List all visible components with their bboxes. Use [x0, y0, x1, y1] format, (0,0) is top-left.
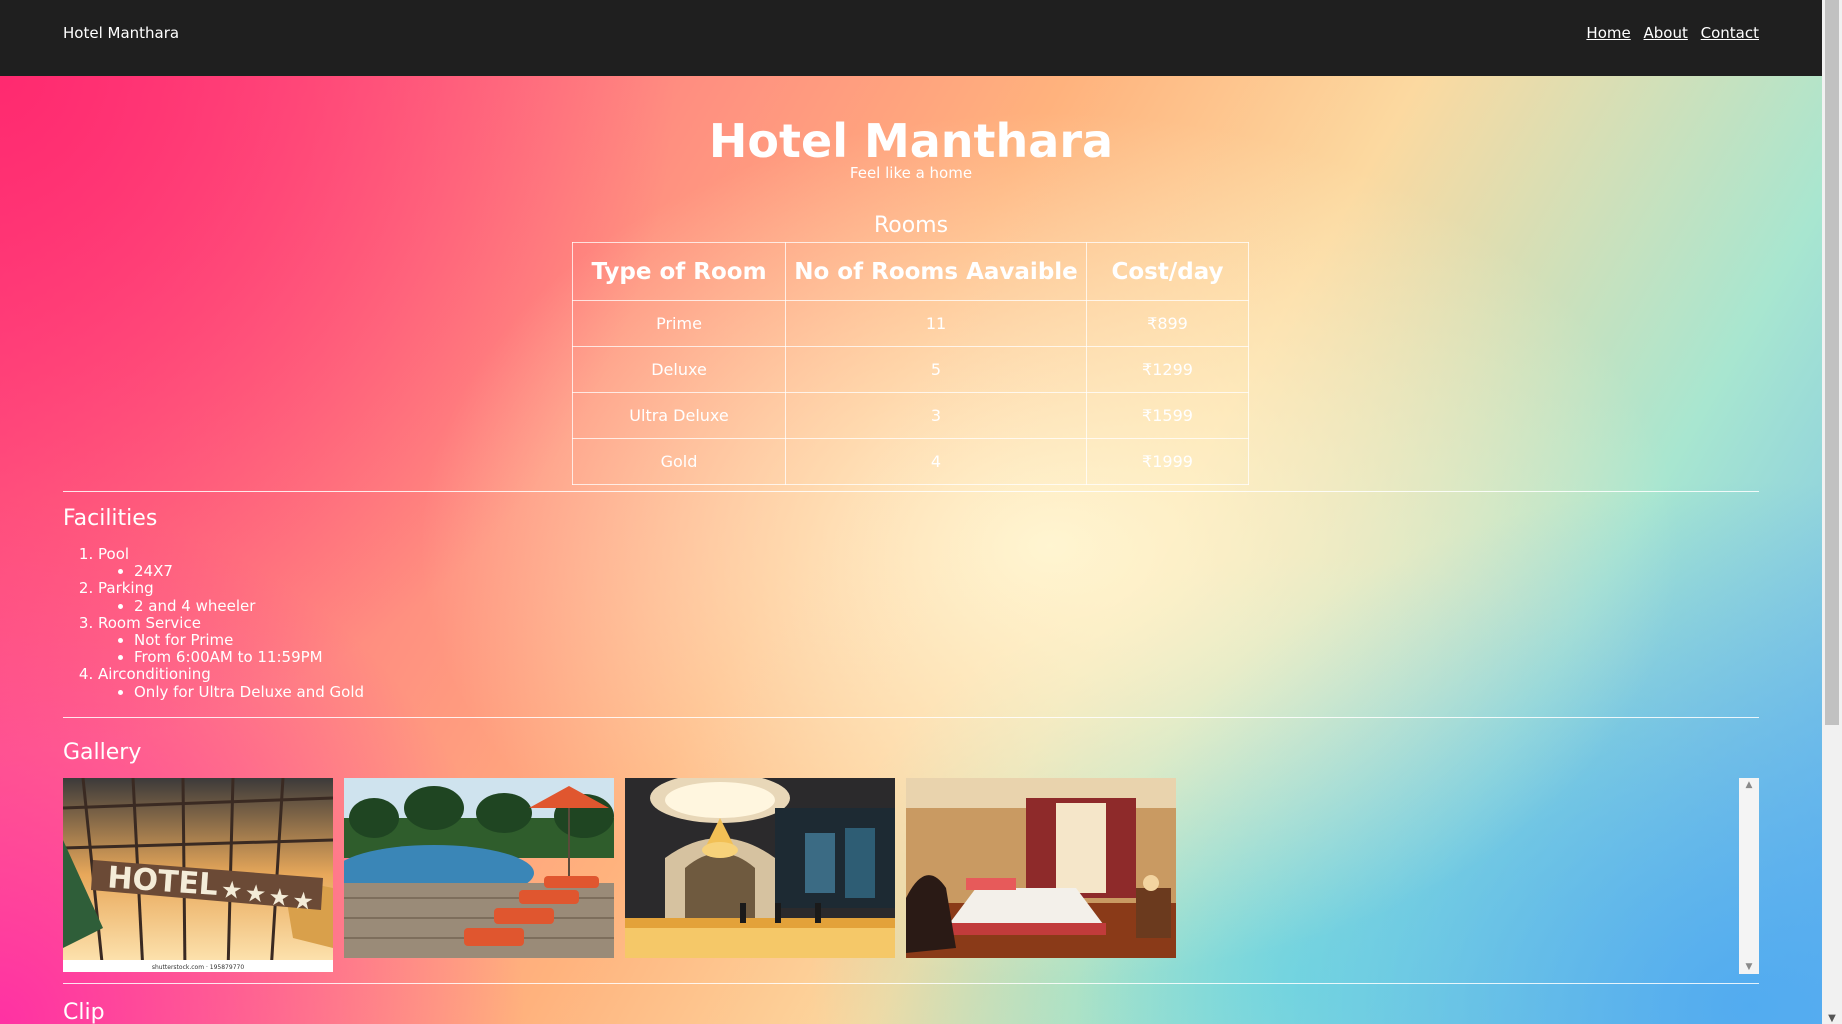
gallery-scrollbar[interactable]: ▲ ▼	[1739, 778, 1759, 974]
list-item: Not for Prime	[134, 631, 364, 649]
section-divider	[63, 717, 1759, 718]
star-icon: ★	[268, 883, 291, 912]
brand-link[interactable]: Hotel Manthara	[63, 24, 179, 42]
page-content[interactable]: Hotel Manthara Feel like a home Rooms Ty…	[0, 76, 1822, 1024]
facility-label: Airconditioning	[98, 665, 211, 684]
room-count-cell: 5	[785, 346, 1087, 393]
scroll-up-icon[interactable]: ▲	[1739, 780, 1759, 790]
hotel-sign-image: HOTEL ★ ★ ★ ★ shutterstock.com · 1958797…	[63, 778, 333, 972]
list-item: 24X7	[134, 563, 364, 580]
room-cost-cell: ₹1999	[1086, 438, 1249, 485]
room-type-cell: Gold	[571, 438, 787, 485]
table-row: Ultra Deluxe 3 ₹1599	[571, 392, 1249, 439]
room-cost-cell: ₹899	[1086, 300, 1249, 347]
list-item: Only for Ultra Deluxe and Gold	[134, 683, 364, 701]
room-image	[906, 778, 1176, 958]
facilities-list: Pool 24X7 Parking 2 and 4 wheeler Room S…	[63, 545, 364, 701]
facility-label: Pool	[98, 545, 130, 563]
list-item: Room Service Not for Prime From 6:00AM t…	[98, 613, 364, 667]
section-divider	[63, 983, 1759, 984]
page-title: Hotel Manthara	[708, 114, 1114, 168]
list-item: Pool 24X7	[98, 545, 364, 580]
table-header-row: Type of Room No of Rooms Aavaible Cost/d…	[571, 242, 1249, 301]
list-item: Airconditioning Only for Ultra Deluxe an…	[98, 665, 364, 701]
table-header-cell: Cost/day	[1086, 242, 1249, 301]
table-row: Deluxe 5 ₹1299	[571, 346, 1249, 393]
page-subtitle: Feel like a home	[849, 164, 973, 182]
table-header-cell: No of Rooms Aavaible	[785, 242, 1087, 301]
table-header-cell: Type of Room	[571, 242, 787, 301]
list-item: 2 and 4 wheeler	[134, 597, 364, 615]
scrollbar-thumb[interactable]	[1825, 0, 1839, 725]
star-icon: ★	[220, 875, 243, 904]
nav-home-link[interactable]: Home	[1586, 24, 1630, 42]
list-item: Parking 2 and 4 wheeler	[98, 579, 364, 615]
room-type-cell: Ultra Deluxe	[571, 392, 787, 439]
navbar: Hotel Manthara Home About Contact	[0, 0, 1822, 76]
facilities-heading: Facilities	[63, 506, 158, 531]
room-type-cell: Deluxe	[571, 346, 787, 393]
rooms-table: Type of Room No of Rooms Aavaible Cost/d…	[571, 242, 1249, 485]
list-item: From 6:00AM to 11:59PM	[134, 649, 364, 666]
nav-contact-link[interactable]: Contact	[1701, 24, 1759, 42]
room-cost-cell: ₹1599	[1086, 392, 1249, 439]
scroll-down-icon[interactable]: ▼	[1822, 1013, 1842, 1024]
gallery-heading: Gallery	[63, 740, 142, 765]
table-row: Gold 4 ₹1999	[571, 438, 1249, 485]
watermark-text: shutterstock.com · 195879770	[152, 964, 245, 971]
facility-label: Parking	[98, 579, 154, 598]
star-icon: ★	[291, 886, 314, 915]
room-type-cell: Prime	[571, 300, 787, 347]
facility-label: Room Service	[98, 613, 201, 632]
clip-heading: Clip	[63, 1000, 105, 1024]
scroll-down-icon[interactable]: ▼	[1739, 962, 1759, 972]
rooms-caption: Rooms	[873, 213, 949, 238]
room-count-cell: 3	[785, 392, 1087, 439]
page-scrollbar[interactable]: ▼	[1822, 0, 1842, 1024]
room-cost-cell: ₹1299	[1086, 346, 1249, 393]
room-count-cell: 4	[785, 438, 1087, 485]
room-count-cell: 11	[785, 300, 1087, 347]
section-divider	[63, 491, 1759, 492]
lobby-image	[625, 778, 895, 958]
table-row: Prime 11 ₹899	[571, 300, 1249, 347]
nav-links: Home About Contact	[1578, 24, 1759, 42]
gallery-scroller[interactable]: HOTEL ★ ★ ★ ★ shutterstock.com · 1958797…	[63, 778, 1759, 974]
pool-image	[344, 778, 614, 958]
star-icon: ★	[244, 879, 267, 908]
nav-about-link[interactable]: About	[1644, 24, 1688, 42]
